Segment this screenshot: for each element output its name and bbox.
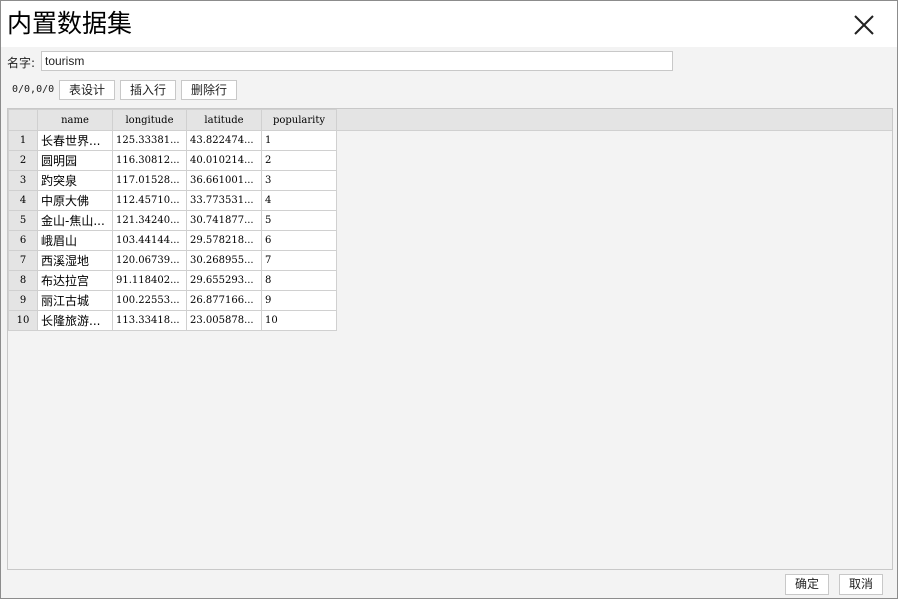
table-row[interactable]: 9 丽江古城 100.22553... 26.877166... 9 [8,290,337,311]
table-row[interactable]: 10 长隆旅游... 113.33418... 23.005878... 10 [8,310,337,331]
table-row[interactable]: 1 长春世界... 125.33381... 43.822474... 1 [8,130,337,151]
row-number[interactable]: 10 [8,310,38,331]
row-number[interactable]: 8 [8,270,38,291]
builtin-dataset-dialog: 内置数据集 名字: 0/0,0/0 表设计 插入行 删除行 name [0,0,898,599]
table-header-row: name longitude latitude popularity [8,109,337,131]
cell-name[interactable]: 圆明园 [37,150,113,171]
name-label: 名字: [7,56,36,70]
table-row[interactable]: 8 布达拉宫 91.118402... 29.655293... 8 [8,270,337,291]
cell-latitude[interactable]: 40.010214... [186,150,262,171]
cell-name[interactable]: 布达拉宫 [37,270,113,291]
cell-latitude[interactable]: 30.741877... [186,210,262,231]
cell-longitude[interactable]: 120.06739... [112,250,187,271]
position-readout: 0/0,0/0 [12,84,55,95]
cell-name[interactable]: 丽江古城 [37,290,113,311]
cell-longitude[interactable]: 117.01528... [112,170,187,191]
cell-latitude[interactable]: 29.655293... [186,270,262,291]
cell-name[interactable]: 长春世界... [37,130,113,151]
cell-longitude[interactable]: 100.22553... [112,290,187,311]
insert-row-button[interactable]: 插入行 [120,80,176,100]
column-header[interactable]: latitude [186,109,262,131]
cell-name[interactable]: 峨眉山 [37,230,113,251]
table-row[interactable]: 4 中原大佛 112.45710... 33.773531... 4 [8,190,337,211]
row-number[interactable]: 7 [8,250,38,271]
row-number[interactable]: 3 [8,170,38,191]
row-number[interactable]: 9 [8,290,38,311]
design-table-button[interactable]: 表设计 [59,80,115,100]
cell-latitude[interactable]: 26.877166... [186,290,262,311]
close-icon[interactable] [849,10,879,40]
cell-popularity[interactable]: 6 [261,230,337,251]
row-number[interactable]: 1 [8,130,38,151]
cell-longitude[interactable]: 125.33381... [112,130,187,151]
cell-longitude[interactable]: 113.33418... [112,310,187,331]
cell-popularity[interactable]: 5 [261,210,337,231]
data-table: name longitude latitude popularity 1 长春世界… [8,109,337,331]
cell-popularity[interactable]: 8 [261,270,337,291]
column-header[interactable]: popularity [261,109,337,131]
column-header[interactable]: longitude [112,109,187,131]
cell-name[interactable]: 长隆旅游... [37,310,113,331]
row-number[interactable]: 2 [8,150,38,171]
cell-latitude[interactable]: 36.661001... [186,170,262,191]
table-row[interactable]: 2 圆明园 116.30812... 40.010214... 2 [8,150,337,171]
cell-name[interactable]: 金山-焦山... [37,210,113,231]
delete-row-button[interactable]: 删除行 [181,80,237,100]
cell-longitude[interactable]: 116.30812... [112,150,187,171]
cell-longitude[interactable]: 121.34240... [112,210,187,231]
cell-longitude[interactable]: 112.45710... [112,190,187,211]
cell-popularity[interactable]: 2 [261,150,337,171]
table-row[interactable]: 6 峨眉山 103.44144... 29.578218... 6 [8,230,337,251]
cell-latitude[interactable]: 33.773531... [186,190,262,211]
table-row[interactable]: 7 西溪湿地 120.06739... 30.268955... 7 [8,250,337,271]
cell-latitude[interactable]: 29.578218... [186,230,262,251]
cell-name[interactable]: 趵突泉 [37,170,113,191]
cancel-button[interactable]: 取消 [839,574,883,595]
cell-name[interactable]: 中原大佛 [37,190,113,211]
cell-popularity[interactable]: 4 [261,190,337,211]
cell-popularity[interactable]: 10 [261,310,337,331]
cell-popularity[interactable]: 7 [261,250,337,271]
cell-longitude[interactable]: 103.44144... [112,230,187,251]
row-number[interactable]: 5 [8,210,38,231]
cell-latitude[interactable]: 43.822474... [186,130,262,151]
row-number[interactable]: 4 [8,190,38,211]
name-input[interactable] [41,51,673,71]
dialog-title: 内置数据集 [7,9,133,38]
data-grid: name longitude latitude popularity 1 长春世界… [7,108,893,570]
ok-button[interactable]: 确定 [785,574,829,595]
cell-popularity[interactable]: 3 [261,170,337,191]
cell-latitude[interactable]: 30.268955... [186,250,262,271]
row-number[interactable]: 6 [8,230,38,251]
cell-longitude[interactable]: 91.118402... [112,270,187,291]
cell-popularity[interactable]: 9 [261,290,337,311]
table-row[interactable]: 3 趵突泉 117.01528... 36.661001... 3 [8,170,337,191]
cell-popularity[interactable]: 1 [261,130,337,151]
cell-name[interactable]: 西溪湿地 [37,250,113,271]
table-row[interactable]: 5 金山-焦山... 121.34240... 30.741877... 5 [8,210,337,231]
cell-latitude[interactable]: 23.005878... [186,310,262,331]
column-header[interactable]: name [37,109,113,131]
title-bar: 内置数据集 [1,1,897,47]
corner-cell[interactable] [8,109,38,131]
